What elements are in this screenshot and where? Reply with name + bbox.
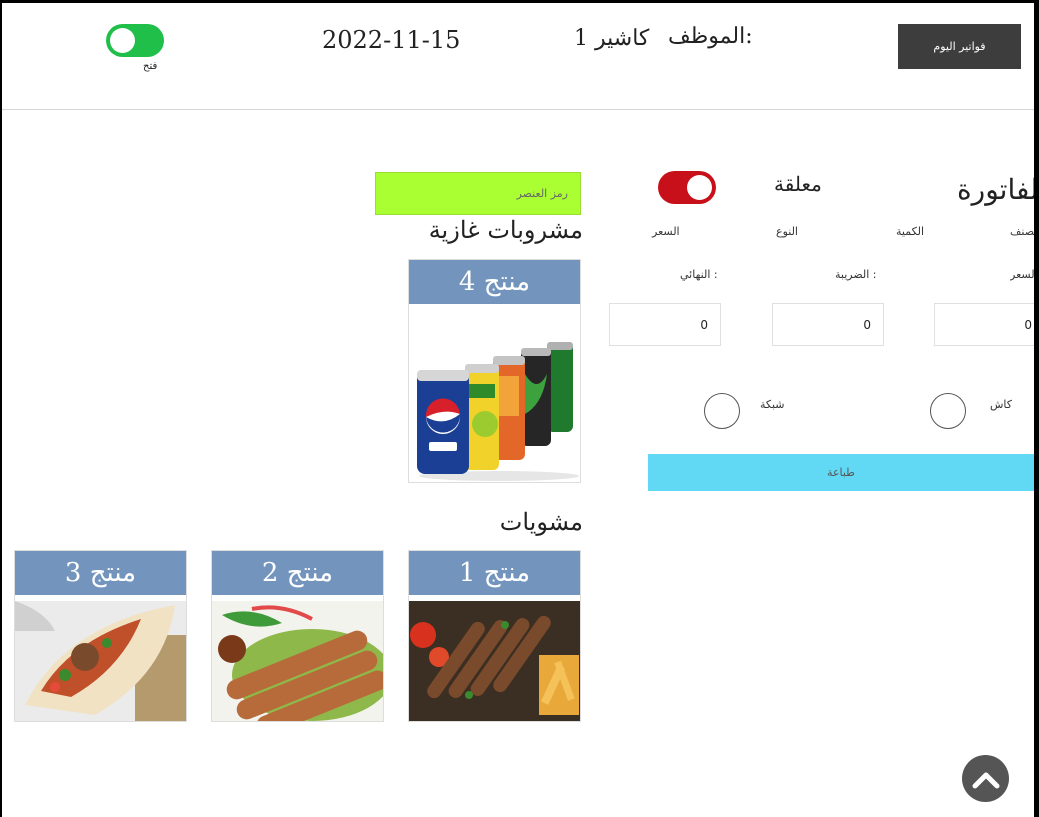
- print-button[interactable]: طباعة: [648, 454, 1034, 491]
- window-frame-left: [0, 0, 2, 817]
- product-card[interactable]: منتج 3: [14, 550, 187, 722]
- column-quantity: الكمية: [896, 225, 925, 238]
- header-divider: [2, 109, 1034, 110]
- open-toggle[interactable]: [106, 24, 164, 57]
- employee-value: كاشير 1: [574, 26, 650, 51]
- window-frame-right: [1034, 0, 1039, 817]
- invoice-title: الفاتورة: [957, 173, 1034, 206]
- product-name: منتج 4: [409, 260, 580, 304]
- shawarma-wrap-image: [15, 601, 186, 721]
- toggle-knob: [687, 175, 712, 200]
- network-payment-label: شبكة: [760, 398, 785, 411]
- final-total-field[interactable]: 0: [609, 303, 721, 346]
- product-card[interactable]: منتج 2: [211, 550, 384, 722]
- product-card[interactable]: منتج 1: [408, 550, 581, 722]
- column-price: السعر: [652, 225, 680, 238]
- kofta-skewers-image: [212, 601, 383, 721]
- today-invoices-button[interactable]: فواتير اليوم: [898, 24, 1021, 69]
- cash-payment-label: كاش: [990, 398, 1013, 411]
- column-type: النوع: [776, 225, 798, 238]
- soda-cans-image: [409, 304, 580, 482]
- date-display: 2022-11-15: [322, 26, 461, 54]
- product-name: منتج 2: [212, 551, 383, 595]
- cash-payment-radio[interactable]: [930, 393, 966, 429]
- product-card[interactable]: منتج 4: [408, 259, 581, 483]
- price-field[interactable]: 0: [934, 303, 1034, 346]
- scroll-top-button[interactable]: [962, 755, 1009, 802]
- category-title-grills: مشويات: [499, 508, 583, 536]
- final-total-label: النهائي :: [680, 268, 718, 281]
- hold-label: معلقة: [774, 172, 822, 196]
- employee-label: الموظف:: [668, 24, 753, 49]
- column-item: الصنف: [1010, 225, 1034, 238]
- kebab-platter-image: [409, 601, 580, 721]
- tax-label: الضريبة :: [835, 268, 877, 281]
- price-label: السعر :: [1010, 268, 1034, 281]
- item-code-input[interactable]: رمز العنصر: [375, 172, 581, 215]
- open-toggle-label: فتح: [143, 61, 158, 72]
- category-title-soft-drinks: مشروبات غازية: [428, 216, 583, 244]
- product-name: منتج 3: [15, 551, 186, 595]
- tax-field[interactable]: 0: [772, 303, 884, 346]
- network-payment-radio[interactable]: [704, 393, 740, 429]
- toggle-knob: [110, 28, 135, 53]
- chevron-up-icon: [972, 772, 999, 788]
- product-name: منتج 1: [409, 551, 580, 595]
- window-frame-top: [0, 0, 1039, 3]
- hold-toggle[interactable]: [658, 171, 716, 204]
